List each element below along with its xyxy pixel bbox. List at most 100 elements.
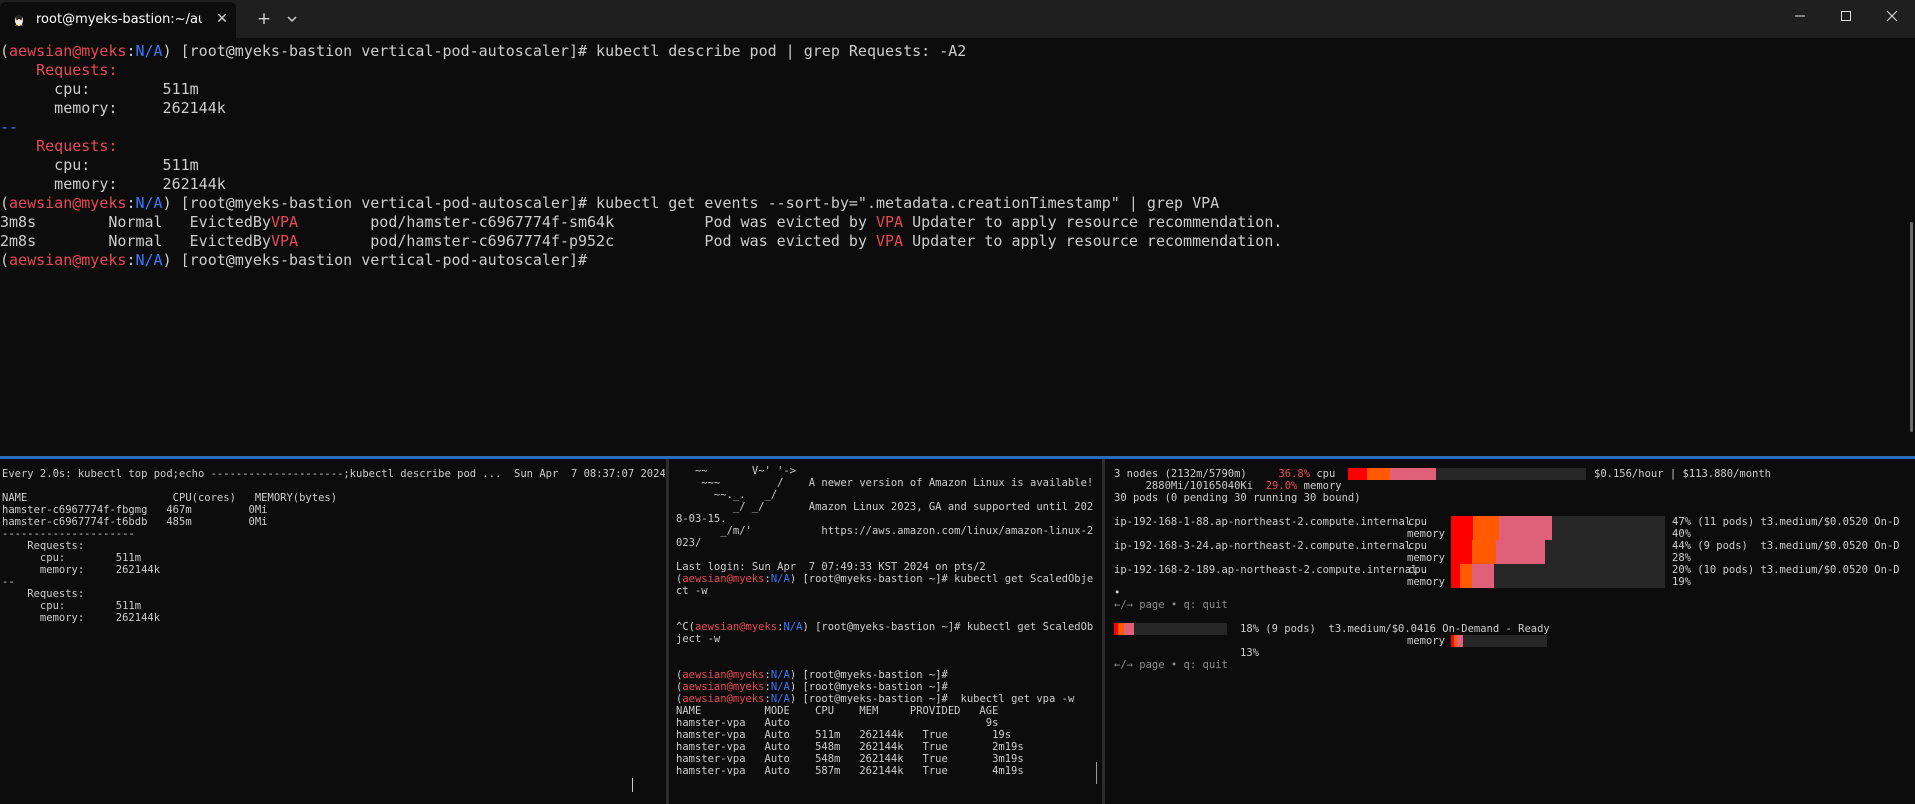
cost-text: $0.156/hour | $113.880/month bbox=[1594, 468, 1772, 480]
terminal-text: aewsian@myeks bbox=[694, 621, 778, 633]
terminal-line: Requests: bbox=[2, 588, 85, 600]
terminal-text: cpu: 511m bbox=[0, 80, 199, 98]
summary-memory-line: 2880Mi/10165040Ki 29.0% memory bbox=[1114, 480, 1342, 492]
terminal-text: NAME MODE CPU MEM PROVIDED AGE bbox=[676, 705, 999, 717]
terminal-line: ^C(aewsian@myeks:N/A) [root@myeks-bastio… bbox=[676, 621, 1100, 633]
terminal-text: N/A bbox=[770, 681, 790, 693]
terminal-text: ) [root@myeks-bastion ~]# kubectl get Sc… bbox=[789, 573, 1094, 585]
help-text: ←/→ page • q: quit bbox=[1114, 599, 1228, 611]
terminal-text: VPA bbox=[270, 232, 299, 250]
close-tab-button[interactable]: ✕ bbox=[214, 11, 230, 27]
terminal-text: ) [root@myeks-bastion vertical-pod-autos… bbox=[162, 42, 967, 60]
scrollbar[interactable] bbox=[1910, 222, 1913, 432]
cpu-label: cpu bbox=[1408, 540, 1427, 552]
bar-segment bbox=[1451, 564, 1461, 588]
terminal-line: ~~._. _/ bbox=[676, 489, 1100, 501]
bar-segment bbox=[1473, 516, 1500, 540]
terminal-line: _/ _/ Amazon Linux 2023, GA and supporte… bbox=[676, 501, 1100, 513]
bar-segment bbox=[1471, 540, 1497, 564]
terminal-pane-node-viewer[interactable]: 3 nodes (2132m/5790m) 36.8% cpu $0.156/h… bbox=[1110, 459, 1915, 804]
terminal-line: (aewsian@myeks:N/A) [root@myeks-bastion … bbox=[676, 669, 1100, 681]
terminal-text: hamster-vpa Auto 587m 262144k True 4m19s bbox=[676, 765, 1024, 777]
terminal-text: -- bbox=[0, 118, 19, 136]
terminal-text: aewsian@myeks bbox=[682, 681, 765, 693]
node-info: 18% (9 pods) t3.medium/$0.0416 On-Demand… bbox=[1240, 623, 1550, 635]
node-usage-bar bbox=[1451, 516, 1665, 540]
cpu-label: cpu bbox=[1408, 516, 1427, 528]
terminal-text: ct -w bbox=[676, 585, 708, 597]
minimize-icon bbox=[1795, 15, 1805, 17]
node-memory-pct: 13% bbox=[1240, 647, 1259, 659]
terminal-line: Requests: bbox=[0, 137, 1915, 156]
terminal-pane-shell[interactable]: ~~ V~' '-> ~~~ / A newer version of Amaz… bbox=[676, 459, 1100, 804]
terminal-line: (aewsian@myeks:N/A) [root@myeks-bastion … bbox=[0, 194, 1915, 213]
terminal-text: _/ _/ Amazon Linux 2023, GA and supporte… bbox=[676, 501, 1094, 513]
node-name: ip-192-168-1-88.ap-northeast-2.compute.i… bbox=[1114, 516, 1412, 528]
terminal-text: hamster-vpa Auto 9s bbox=[676, 717, 999, 729]
terminal-line: ~~ V~' '-> bbox=[676, 465, 1100, 477]
terminal-text: N/A bbox=[135, 194, 163, 212]
linux-penguin-icon bbox=[15, 14, 23, 26]
terminal-text: aewsian@myeks bbox=[9, 42, 127, 60]
terminal-text: ) [root@myeks-bastion ~]# kubectl get vp… bbox=[789, 693, 1075, 705]
node-memory-pct: 40% bbox=[1672, 528, 1691, 540]
terminal-line: (aewsian@myeks:N/A) [root@myeks-bastion … bbox=[0, 251, 1915, 270]
pane-divider-vertical[interactable] bbox=[666, 459, 669, 804]
maximize-icon bbox=[1841, 11, 1851, 21]
new-tab-button[interactable]: + bbox=[254, 9, 274, 29]
tab-title: root@myeks-bastion:~/autosca bbox=[36, 12, 202, 27]
node-cpu-info: 20% (10 pods) t3.medium/$0.0520 On-D bbox=[1672, 564, 1900, 576]
terminal-line: 3m8s Normal EvictedByVPA pod/hamster-c69… bbox=[0, 213, 1915, 232]
bar-segment bbox=[1348, 468, 1368, 480]
memory-label: memory bbox=[1407, 576, 1445, 588]
terminal-text: ) [root@myeks-bastion ~]# bbox=[789, 681, 948, 693]
terminal-line: cpu: 511m bbox=[0, 80, 1915, 99]
terminal-text: 023/ bbox=[676, 537, 702, 549]
terminal-text: Requests: bbox=[36, 61, 118, 79]
terminal-line: Last login: Sun Apr 7 07:49:33 KST 2024 … bbox=[676, 561, 1100, 573]
terminal-text: hamster-vpa Auto 548m 262144k True 3m19s bbox=[676, 753, 1024, 765]
terminal-line: hamster-vpa Auto 548m 262144k True 2m19s bbox=[676, 741, 1100, 753]
terminal-line: hamster-vpa Auto 511m 262144k True 19s bbox=[676, 729, 1100, 741]
bar-segment bbox=[1451, 540, 1472, 564]
terminal-text: VPA bbox=[876, 232, 904, 250]
terminal-text: Last login: Sun Apr 7 07:49:33 KST 2024 … bbox=[676, 561, 986, 573]
terminal-text: aewsian@myeks bbox=[682, 573, 765, 585]
terminal-line: memory: 262144k bbox=[0, 175, 1915, 194]
page-dot: • bbox=[1114, 587, 1121, 599]
terminal-pane-watch[interactable]: Every 2.0s: kubectl top pod;echo -------… bbox=[0, 459, 665, 804]
terminal-text: N/A bbox=[770, 573, 790, 585]
scrollbar[interactable] bbox=[1096, 762, 1097, 784]
terminal-text: 2m8s Normal EvictedBy bbox=[0, 232, 271, 250]
terminal-text: N/A bbox=[770, 693, 790, 705]
terminal-line: memory: 262144k bbox=[0, 99, 1915, 118]
chevron-down-icon[interactable] bbox=[282, 9, 302, 29]
maximize-button[interactable] bbox=[1823, 0, 1869, 32]
minimize-button[interactable] bbox=[1777, 0, 1823, 32]
terminal-text: aewsian@myeks bbox=[682, 669, 765, 681]
terminal-text: Updater to apply resource recommendation… bbox=[903, 232, 1283, 250]
bar-segment bbox=[1451, 516, 1474, 540]
terminal-line: 2m8s Normal EvictedByVPA pod/hamster-c69… bbox=[0, 232, 1915, 251]
terminal-line: -- bbox=[0, 118, 1915, 137]
bar-segment bbox=[1460, 564, 1472, 588]
terminal-line: memory: 262144k bbox=[2, 564, 161, 576]
node-memory-bar bbox=[1451, 635, 1547, 647]
tab-terminal[interactable]: root@myeks-bastion:~/autosca ✕ bbox=[0, 2, 236, 38]
terminal-line: ~~~ / A newer version of Amazon Linux is… bbox=[676, 477, 1100, 489]
terminal-line: -- bbox=[2, 576, 15, 588]
terminal-text: N/A bbox=[135, 251, 163, 269]
close-window-button[interactable] bbox=[1869, 0, 1915, 32]
terminal-text: ~~ V~' '-> bbox=[676, 465, 797, 477]
terminal-line: 8-03-15. bbox=[676, 513, 1100, 525]
title-bar: root@myeks-bastion:~/autosca ✕ + bbox=[0, 0, 1915, 38]
terminal-pane-main[interactable]: (aewsian@myeks:N/A) [root@myeks-bastion … bbox=[0, 42, 1915, 456]
terminal-line: NAME CPU(cores) MEMORY(bytes) bbox=[2, 492, 338, 504]
pane-divider-vertical[interactable] bbox=[1102, 459, 1105, 804]
node-cpu-bar bbox=[1114, 623, 1227, 635]
